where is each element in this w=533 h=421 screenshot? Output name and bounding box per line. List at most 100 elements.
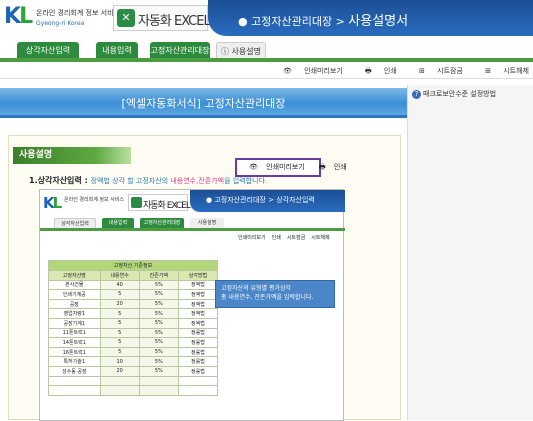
eye-icon: 👁 <box>283 67 292 75</box>
table-cell: 5 <box>99 289 140 300</box>
table-cell: 영업차량1 <box>48 308 101 319</box>
callout-preview: 👁 인쇄미리보기 <box>243 163 305 171</box>
example-tool-preview: 인쇄미리보기 <box>238 235 266 241</box>
example-tool-lock: 시트잠금 <box>286 235 306 241</box>
page-banner: [엑셀자동화서식] 고정자산관리대장 <box>0 88 407 118</box>
product-name: 자동화 EXCEL <box>138 14 211 29</box>
printer-icon: 🖶 <box>365 67 372 75</box>
table-row: 공장기계1 5 5% 정액법 <box>48 317 219 329</box>
table-cell <box>138 385 179 396</box>
example-note-line1: 고정자산의 유형별 평가상각 <box>221 285 292 292</box>
print-preview-label: 인쇄미리보기 <box>304 67 343 75</box>
example-product-badge: 자동화 EXCEL <box>128 194 191 211</box>
table-row: 영업차량1 5 5% 정액법 <box>48 308 219 319</box>
table-row: 인쇄기계공 5 5% 정액법 <box>48 289 219 300</box>
grid-icon: ⊞ <box>419 67 425 75</box>
table-cell: 정액법 <box>177 308 219 319</box>
print-button[interactable]: 🖶 인쇄 <box>355 67 397 75</box>
example-tool-unlock: 시트해제 <box>311 235 330 241</box>
example-toolbar: 인쇄미리보기 인쇄 시트잠금 시트해제 <box>232 234 330 241</box>
sheet-lock-button[interactable]: ⊞ 시트잠금 <box>409 67 463 75</box>
example-asset-table: 고정자산 기준정보 고정자산명 내용연수 잔존가액 상각방법 본사건물 40 5% 정… <box>48 260 219 396</box>
example-tab-underline <box>40 228 345 231</box>
macro-security-link[interactable]: ? 매크로보안수준 설정방법 <box>412 89 496 99</box>
instruction-line: 1.상각자산입력 : 정액법 상각 할 고정자산의 내용연수,잔존가액을 입력합… <box>29 175 267 186</box>
callout-print: 🖶 인쇄 <box>313 163 347 171</box>
table-header-row: 고정자산명 내용연수 잔존가액 상각방법 <box>48 270 219 281</box>
example-logo-tagline: 온라인 경리회계 정보 서비스 <box>64 197 124 203</box>
table-cell: 공장 <box>48 298 101 310</box>
table-cell: 5 <box>99 317 140 329</box>
table-header: 고정자산명 <box>48 270 101 281</box>
example-logo: KL <box>43 194 62 212</box>
table-cell: 20 <box>99 365 140 377</box>
product-badge: ✕ 자동화 EXCEL <box>113 5 211 31</box>
table-cell: 5 <box>99 327 140 339</box>
toolbar: 👁 인쇄미리보기 🖶 인쇄 ⊞ 시트잠금 ⊞ 시트해제 <box>263 66 529 78</box>
sheet-unlock-label: 시트해제 <box>503 67 529 75</box>
table-row <box>48 385 219 396</box>
callout-print-label: 인쇄 <box>333 163 347 171</box>
table-cell: 5 <box>99 308 140 319</box>
macro-security-label: 매크로보안수준 설정방법 <box>423 90 497 98</box>
example-screenshot: KL 온라인 경리회계 정보 서비스 자동화 EXCEL ● 고정자산관리대장 … <box>39 189 345 421</box>
tab-user-guide-label: 사용설명 <box>231 47 261 56</box>
example-breadcrumb: ● 고정자산관리대장 > 상각자산입력 <box>206 195 315 205</box>
instruction-number: 1. <box>29 176 38 185</box>
section-title: 사용설명 <box>13 147 131 164</box>
excel-icon: ✕ <box>117 9 135 27</box>
table-cell: 5% <box>138 289 179 300</box>
excel-icon <box>131 197 142 208</box>
table-row <box>48 375 219 387</box>
instruction-desc-before: 정액법 상각 할 고정자산의 <box>90 177 171 185</box>
table-cell <box>99 375 140 387</box>
logo[interactable]: KL 온라인 경리회계 정보 서비스 Gyeong-ri Korea <box>4 4 120 33</box>
title-bar: ● 고정자산관리대장 > 사용설명서 <box>208 0 533 36</box>
printer-icon: 🖶 <box>319 163 326 171</box>
table-cell <box>138 375 179 387</box>
instruction-highlight: 내용연수,잔존가액 <box>170 177 225 185</box>
example-breadcrumb-parent: 고정자산관리대장 <box>214 196 266 204</box>
table-header: 잔존가액 <box>138 270 179 281</box>
table-cell <box>177 375 219 387</box>
table-cell <box>99 385 140 396</box>
table-cell: 정률법 <box>177 365 219 377</box>
right-panel: ? 매크로보안수준 설정방법 <box>407 85 533 420</box>
table-cell: 16톤트럭1 <box>48 346 101 358</box>
help-icon: ? <box>412 90 421 99</box>
info-icon: ⓘ <box>221 47 232 56</box>
page-title: [엑셀자동화서식] 고정자산관리대장 <box>121 97 286 110</box>
table-cell: 정액법 <box>177 279 219 291</box>
table-row: 16톤트럭1 5 5% 정률법 <box>48 346 219 358</box>
table-cell: 5% <box>138 346 179 358</box>
bullet-icon: ● <box>238 15 248 28</box>
table-cell: 5 <box>99 337 140 348</box>
sheet-unlock-button[interactable]: ⊞ 시트해제 <box>475 67 529 75</box>
table-cell: 정률법 <box>177 337 219 348</box>
example-breadcrumb-current: 상각자산입력 <box>276 196 315 204</box>
table-cell: 5% <box>138 308 179 319</box>
instruction-label: 상각자산입력 <box>37 176 82 185</box>
table-cell: 정액법 <box>177 317 219 329</box>
table-row: 11톤트럭1 5 5% 정률법 <box>48 327 219 339</box>
table-cell: 정액법 <box>177 298 219 310</box>
breadcrumb-parent[interactable]: 고정자산관리대장 <box>251 15 332 28</box>
toolbar-callout: 👁 인쇄미리보기 🖶 인쇄 <box>235 158 347 177</box>
table-cell: 5% <box>138 298 179 310</box>
table-cell <box>48 385 101 396</box>
table-cell: 정액법 <box>177 289 219 300</box>
breadcrumb: ● 고정자산관리대장 > 사용설명서 <box>238 10 408 29</box>
example-title-bar: ● 고정자산관리대장 > 상각자산입력 <box>190 190 345 212</box>
table-cell: 5% <box>138 317 179 329</box>
breadcrumb-current: 사용설명서 <box>348 14 409 29</box>
table-cell: 5% <box>138 365 179 377</box>
print-preview-button[interactable]: 👁 인쇄미리보기 <box>273 67 343 75</box>
table-cell: 정률법 <box>177 356 219 367</box>
table-cell: 20 <box>99 298 140 310</box>
table-cell: 정률법 <box>177 346 219 358</box>
grid-icon: ⊞ <box>485 67 491 75</box>
instruction-desc: 정액법 상각 할 고정자산의 내용연수,잔존가액을 입력합니다. <box>91 177 268 185</box>
tab-underline <box>0 58 533 62</box>
table-row: 14톤트럭1 5 5% 정률법 <box>48 337 219 348</box>
table-cell: 성수동 공장 <box>48 365 101 377</box>
